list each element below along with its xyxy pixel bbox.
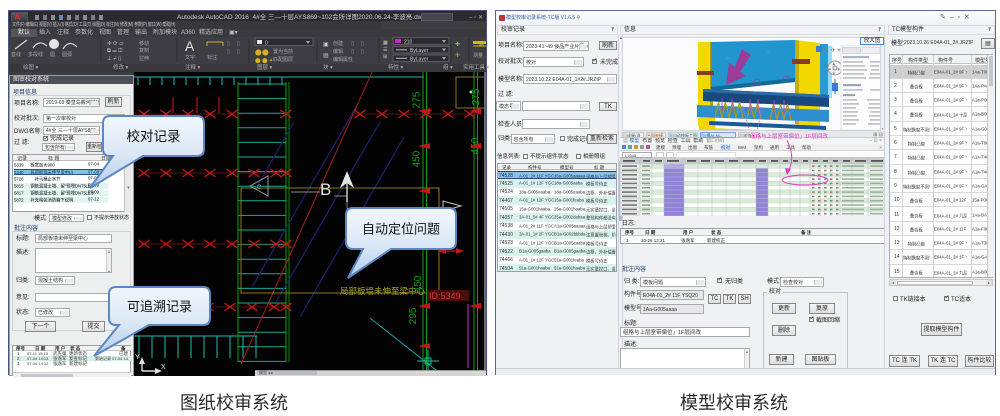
svg-text:▣: ▣ [323, 42, 329, 48]
svg-text:⬤: ⬤ [262, 49, 269, 56]
svg-text:450: 450 [413, 275, 424, 292]
svg-text:ByLayer: ByLayer [410, 57, 429, 63]
svg-text:ByLayer: ByLayer [410, 48, 429, 54]
svg-text:Y: Y [135, 354, 140, 361]
svg-text:复制: 复制 [139, 47, 149, 54]
svg-text:直线: 直线 [11, 51, 21, 58]
svg-text:标注: 标注 [207, 54, 217, 61]
svg-text:创建: 创建 [333, 40, 343, 47]
svg-text:▯: ▯ [227, 49, 230, 55]
svg-text:A: A [185, 38, 195, 54]
svg-text:☰: ☰ [383, 47, 388, 53]
svg-text:⬤: ⬤ [255, 49, 262, 56]
svg-text:文字: 文字 [185, 54, 195, 61]
svg-text:圆: 圆 [50, 52, 55, 58]
svg-text:多段线: 多段线 [28, 51, 43, 58]
svg-text:ID:5349: ID:5349 [429, 291, 461, 301]
svg-text:匹配图层: 匹配图层 [273, 57, 293, 63]
svg-text:▦: ▦ [383, 40, 388, 46]
svg-text:▯: ▯ [351, 49, 354, 55]
svg-text:C: C [257, 185, 262, 191]
svg-text:⊞: ⊞ [383, 54, 387, 60]
svg-text:⧉ ▭ ◫: ⧉ ▭ ◫ [107, 48, 122, 54]
svg-text:X: X [161, 364, 166, 371]
svg-text:▯: ▯ [361, 49, 364, 55]
svg-text:测量: 测量 [473, 52, 483, 59]
svg-text:✄: ✄ [479, 43, 484, 49]
svg-text:编辑属性: 编辑属性 [333, 56, 353, 63]
svg-text:移动: 移动 [139, 40, 149, 47]
svg-text:圆弧: 圆弧 [62, 51, 72, 58]
svg-text:450: 450 [412, 150, 423, 167]
svg-text:▯: ▯ [361, 41, 364, 47]
svg-text:✚: ✚ [455, 41, 460, 48]
svg-text:295: 295 [408, 307, 419, 324]
svg-text:B: B [320, 180, 331, 199]
svg-text:✚: ✚ [455, 52, 460, 59]
svg-text:拉伸: 拉伸 [139, 55, 149, 62]
svg-text:275: 275 [412, 91, 423, 108]
svg-text:▯: ▯ [227, 41, 230, 47]
svg-text:0: 0 [265, 41, 268, 47]
svg-text:▯: ▯ [237, 49, 240, 55]
svg-text:✛ ⟳ ▱: ✛ ⟳ ▱ [107, 40, 124, 47]
svg-text:⊥ ⌿ ▯: ⊥ ⌿ ▯ [107, 55, 121, 62]
svg-text:▯: ▯ [351, 41, 354, 47]
svg-text:275: 275 [471, 88, 482, 105]
svg-text:▯: ▯ [237, 41, 240, 47]
svg-text:编辑: 编辑 [333, 48, 343, 55]
svg-text:▤: ▤ [323, 53, 329, 59]
svg-text:210: 210 [404, 40, 413, 46]
svg-text:置为当前: 置为当前 [273, 48, 293, 55]
